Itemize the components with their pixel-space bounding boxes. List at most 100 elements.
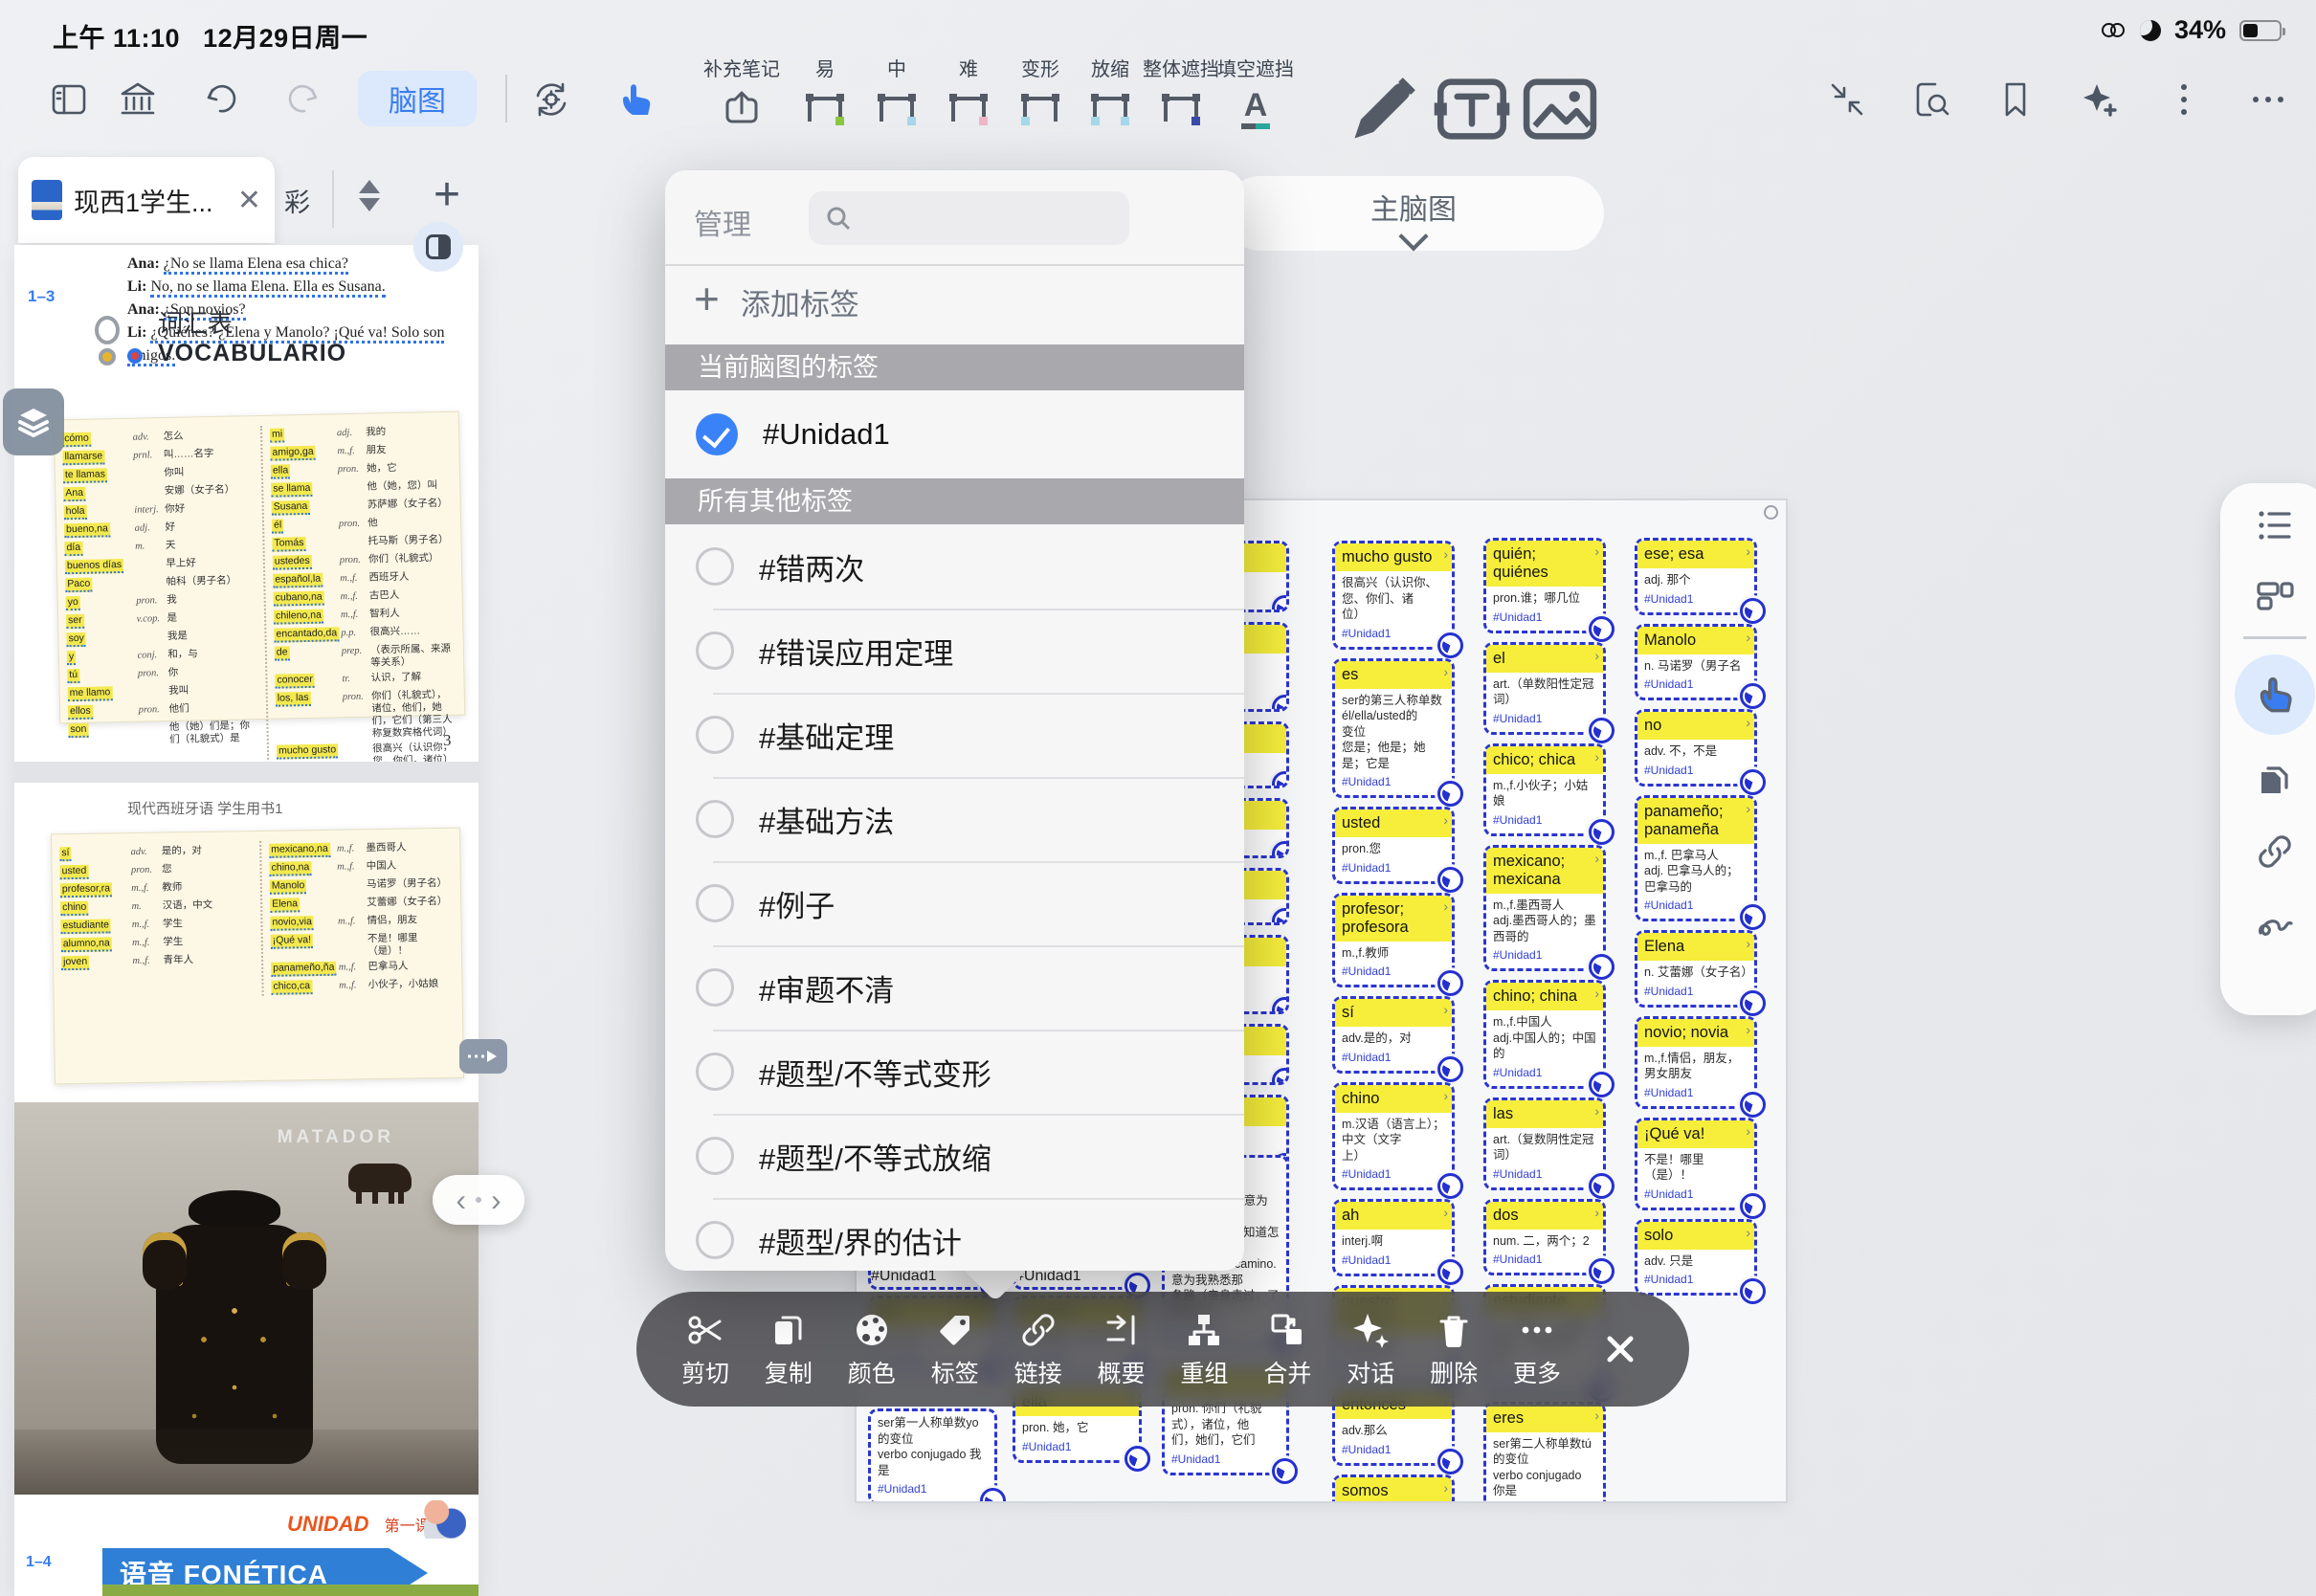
checkbox-empty-icon[interactable] [696,1137,734,1175]
redo-icon[interactable] [279,77,325,122]
flashcard[interactable]: ese; esa›adj. 那个#Unidad1 [1635,538,1757,615]
outline-list-icon[interactable] [2250,500,2300,550]
add-tag-button[interactable]: + 添加标签 [665,268,1244,335]
review-badge-icon[interactable] [1740,1278,1766,1304]
review-badge-icon[interactable] [1437,632,1463,658]
review-badge-icon[interactable] [1272,595,1289,612]
library-icon[interactable] [115,77,161,122]
review-badge-icon[interactable] [1437,1173,1463,1199]
tag-row[interactable]: #例子 [665,861,1244,945]
tab-current-document[interactable]: 现西1学生... ✕ [18,157,275,243]
flashcard[interactable]: el›art.（单数阳性定冠词）#Unidad1 [1483,642,1606,735]
sort-tabs-button[interactable] [359,180,393,218]
map-title-pill[interactable]: 主脑图 [1223,176,1604,251]
review-badge-icon[interactable] [1589,954,1615,980]
checkbox-empty-icon[interactable] [696,1053,734,1091]
review-badge-icon[interactable] [1437,1056,1463,1082]
checkbox-empty-icon[interactable] [696,800,734,838]
flashcard[interactable]: usted›pron.您#Unidad1 [1332,807,1455,884]
checkbox-checked-icon[interactable] [696,413,738,455]
review-badge-icon[interactable] [1740,769,1766,795]
checkbox-empty-icon[interactable] [696,632,734,670]
pdf-panel[interactable]: Ana: ¿No se llama Elena esa chica?Li: No… [14,245,479,1596]
undo-icon[interactable] [199,77,245,122]
checkbox-empty-icon[interactable] [696,716,734,754]
flashcard[interactable]: ah›interj.啊#Unidad1 [1332,1199,1455,1276]
tag-row[interactable]: #题型/不等式变形 [665,1030,1244,1114]
review-badge-icon[interactable] [1589,616,1615,642]
review-badge-icon[interactable] [1740,1193,1766,1219]
review-badge-icon[interactable] [1740,598,1766,624]
review-badge-icon[interactable] [1740,1092,1766,1118]
tag-row[interactable]: #审题不清 [665,945,1244,1030]
collapse-arrows-icon[interactable] [1824,77,1870,122]
flashcard[interactable]: dos›num. 二，两个；2#Unidad1 [1483,1199,1606,1276]
action-颜色[interactable]: 颜色 [845,1309,899,1389]
action-标签[interactable]: 标签 [928,1309,982,1389]
review-badge-icon[interactable] [1272,771,1289,788]
flashcard[interactable]: ¡Qué va!›不是！哪里（是）！#Unidad1 [1635,1118,1757,1210]
action-链接[interactable]: 链接 [1012,1309,1065,1389]
flashcard[interactable]: es›ser的第三人称单数él/ella/usted的变位您是；他是；她是；它是… [1332,658,1455,799]
review-badge-icon[interactable] [1437,867,1463,893]
matador-photo[interactable]: MATADOR [14,1102,479,1495]
sidebar-toggle-icon[interactable] [46,77,92,122]
close-tab-icon[interactable]: ✕ [237,184,261,217]
mindmap-mode-button[interactable]: 脑图 [358,71,477,126]
review-badge-icon[interactable] [1589,718,1615,743]
flashcard[interactable]: somos›ser第一人称复数nosotros/nosotras的变位verbo… [1332,1474,1455,1504]
action-对话[interactable]: 对话 [1344,1309,1397,1389]
review-badge-icon[interactable] [1437,781,1463,807]
audio-clip-label[interactable]: 1–3 [28,287,55,306]
review-badge-icon[interactable] [1740,990,1766,1016]
flashcard[interactable]: sí›adv.是的，对#Unidad1 [1332,996,1455,1074]
link-icon[interactable] [2250,827,2300,876]
review-badge-icon[interactable] [980,1488,1006,1503]
split-view-button[interactable] [413,222,463,272]
card-layout-icon[interactable] [2250,571,2300,621]
flashcard[interactable]: ser第一人称单数yo的变位verbo conjugado 我是#Unidad1 [868,1408,997,1503]
tool-补充笔记[interactable]: 补充笔记 [696,54,788,132]
flashcard[interactable]: profesor; profesora›m.,f.教师#Unidad1 [1332,893,1455,988]
pages-icon[interactable] [2250,756,2300,806]
flashcard[interactable]: mucho gusto›很高兴（认识你、您、你们、诸位）#Unidad1 [1332,541,1455,650]
tag-row-checked[interactable]: #Unidad1 [665,390,1244,478]
review-badge-icon[interactable] [1589,1072,1615,1097]
flashcard[interactable]: chino; china›m.,f.中国人adj.中国人的；中国的#Unidad… [1483,980,1606,1089]
review-badge-icon[interactable] [1272,1458,1298,1484]
flashcard[interactable]: solo›adv. 只是#Unidad1 [1635,1219,1757,1297]
vocab-page-1[interactable]: cómoadv.怎么llamarseprnl.叫……名字te llamas你叫A… [54,411,466,724]
review-badge-icon[interactable] [1740,904,1766,930]
action-合并[interactable]: 合并 [1260,1309,1314,1389]
checkbox-empty-icon[interactable] [696,547,734,586]
tag-row[interactable]: #基础方法 [665,777,1244,861]
pen-icon[interactable] [1338,54,1430,132]
checkbox-empty-icon[interactable] [696,1221,734,1259]
review-badge-icon[interactable] [1589,819,1615,845]
tag-row[interactable]: #错两次 [665,524,1244,609]
nav-next-icon[interactable]: › [491,1185,501,1215]
sync-settings-icon[interactable] [528,77,574,122]
bookmark-icon[interactable] [1993,77,2038,122]
action-更多[interactable]: 更多 [1510,1309,1564,1389]
add-tab-button[interactable]: + [434,168,460,221]
tag-row[interactable]: #错误应用定理 [665,609,1244,693]
scribble-icon[interactable] [2250,898,2300,947]
hand-pointer-icon[interactable] [612,77,658,122]
review-badge-icon[interactable] [1740,683,1766,709]
vocab-page-2[interactable]: síadv.是的，对ustedpron.您profesor,ram.,f.教师c… [51,828,464,1085]
flashcard[interactable]: mexicano; mexicana›m.,f.墨西哥人adj.墨西哥人的；墨西… [1483,845,1606,972]
flashcard[interactable]: Elena›n. 艾蕾娜（女子名）#Unidad1 [1635,930,1757,1008]
hand-pointer-icon[interactable] [2235,654,2315,735]
flashcard[interactable]: chico; chica›m.,f.小伙子；小姑娘#Unidad1 [1483,743,1606,836]
review-badge-icon[interactable] [1589,1173,1615,1199]
action-概要[interactable]: 概要 [1095,1309,1148,1389]
kebab-menu-icon[interactable] [2161,77,2207,122]
action-剪切[interactable]: 剪切 [679,1309,732,1389]
flashcard[interactable]: las›art.（复数阴性定冠词）#Unidad1 [1483,1097,1606,1190]
review-badge-icon[interactable] [1272,997,1289,1014]
flashcard[interactable]: chino›m.汉语（语言上）；中文（文字上）#Unidad1 [1332,1082,1455,1191]
board-zoom-icon[interactable] [1764,505,1778,520]
flashcard[interactable]: no›adv. 不，不是#Unidad1 [1635,709,1757,787]
action-close[interactable] [1593,1328,1647,1370]
